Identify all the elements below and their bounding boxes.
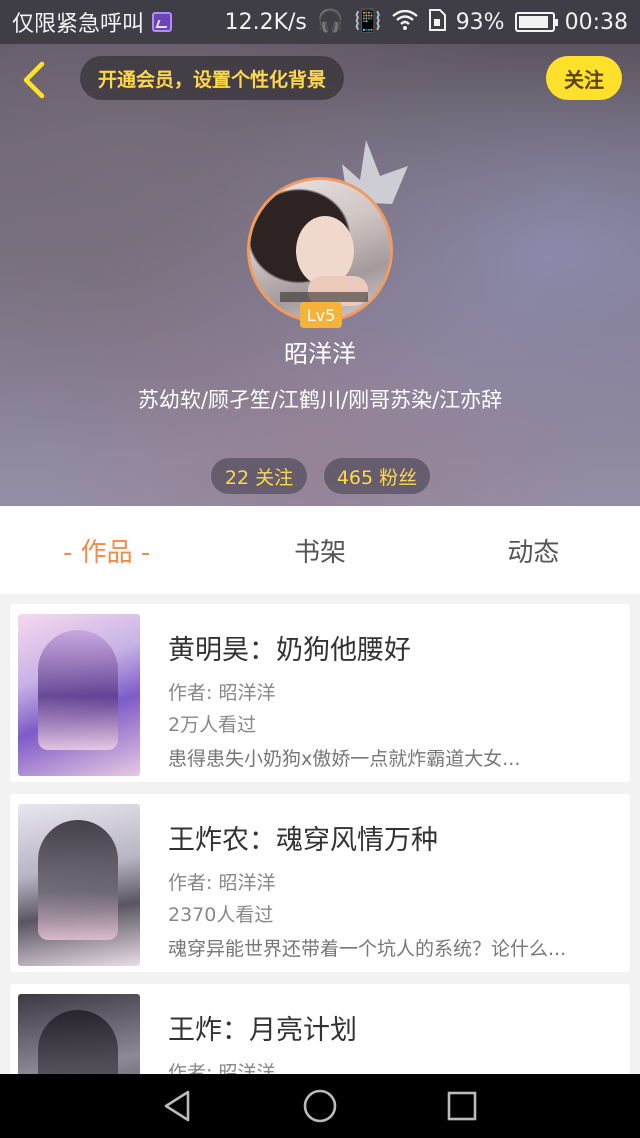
follow-button[interactable]: 关注 (546, 56, 622, 100)
back-button[interactable] (14, 58, 54, 102)
chevron-left-icon (23, 61, 45, 99)
list-item[interactable]: 王炸：月亮计划 作者: 昭洋洋 (10, 984, 630, 1074)
battery-icon (514, 12, 558, 32)
system-nav-bar (0, 1074, 640, 1138)
book-author: 作者: 昭洋洋 (168, 1062, 276, 1074)
network-speed: 12.2K/s (224, 9, 307, 35)
user-tags: 苏幼软/顾孑笙/江鹤川/刚哥苏染/江亦辞 (137, 388, 503, 412)
book-views: 2万人看过 (168, 714, 257, 736)
status-bar: 仅限紧急呼叫 12.2K/s 🎧 📳 93% 00:38 (0, 0, 640, 44)
nav-home-icon[interactable] (302, 1088, 338, 1124)
book-title: 王炸农：魂穿风情万种 (168, 825, 438, 856)
profile-tabs: - 作品 - 书架 动态 (0, 506, 640, 594)
book-cover (18, 804, 140, 966)
nav-recent-apps-icon[interactable] (444, 1088, 480, 1124)
clock: 00:38 (564, 9, 628, 35)
book-title: 王炸：月亮计划 (168, 1015, 357, 1046)
book-author: 作者: 昭洋洋 (168, 872, 276, 894)
following-count-button[interactable]: 22 关注 (211, 458, 307, 494)
headphones-icon: 🎧 (316, 9, 345, 34)
book-description: 患得患失小奶狗x傲娇一点就炸霸道大女... (168, 748, 521, 770)
tab-bookshelf[interactable]: 书架 (213, 506, 426, 594)
book-cover (18, 994, 140, 1074)
carrier-text: 仅限紧急呼叫 (12, 12, 145, 37)
nav-back-icon[interactable] (160, 1088, 196, 1124)
book-views: 2370人看过 (168, 904, 274, 926)
book-author: 作者: 昭洋洋 (168, 682, 276, 704)
list-item[interactable]: 黄明昊：奶狗他腰好 作者: 昭洋洋 2万人看过 患得患失小奶狗x傲娇一点就炸霸道… (10, 604, 630, 782)
wifi-icon (391, 9, 418, 35)
tab-works[interactable]: - 作品 - (0, 506, 213, 594)
battery-percent: 93% (455, 9, 505, 35)
vibrate-icon: 📳 (354, 9, 382, 34)
tab-activity[interactable]: 动态 (427, 506, 640, 594)
image-notification-icon (152, 12, 173, 32)
list-item[interactable]: 王炸农：魂穿风情万种 作者: 昭洋洋 2370人看过 魂穿异能世界还带着一个坑人… (10, 794, 630, 972)
book-title: 黄明昊：奶狗他腰好 (168, 635, 411, 666)
fans-count-button[interactable]: 465 粉丝 (324, 458, 430, 494)
book-description: 魂穿异能世界还带着一个坑人的系统？论什么... (168, 938, 567, 960)
sim-icon (428, 8, 446, 36)
book-cover (18, 614, 140, 776)
works-list: 黄明昊：奶狗他腰好 作者: 昭洋洋 2万人看过 患得患失小奶狗x傲娇一点就炸霸道… (0, 594, 640, 1074)
profile-header: 开通会员，设置个性化背景 关注 Lv5 昭洋洋 苏幼软/顾孑笙/江鹤川/刚哥苏染… (0, 44, 640, 506)
vip-background-prompt[interactable]: 开通会员，设置个性化背景 (80, 56, 345, 100)
level-badge: Lv5 (300, 302, 342, 328)
username: 昭洋洋 (284, 340, 356, 368)
